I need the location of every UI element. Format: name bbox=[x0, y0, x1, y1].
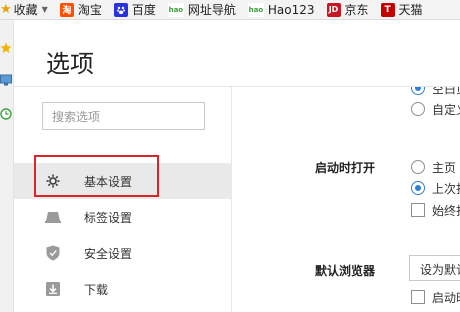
bookmark-label: 网址导航 bbox=[187, 3, 236, 17]
bookmark-label: Hao123 bbox=[267, 2, 315, 17]
page-title: 选项 bbox=[46, 50, 94, 78]
hao-icon: hao bbox=[167, 2, 184, 17]
sidebar-item-download[interactable]: 下载 bbox=[14, 271, 232, 307]
monitor-icon[interactable] bbox=[0, 74, 12, 86]
bookmark-baidu[interactable]: 百度 bbox=[113, 0, 168, 19]
bookmark-hao123[interactable]: hao Hao123 bbox=[247, 0, 327, 19]
homepage-option-label: 空白页 bbox=[432, 87, 460, 96]
shield-icon bbox=[44, 244, 62, 262]
startup-option-label: 主页 bbox=[432, 161, 457, 175]
startup-radio-homepage[interactable] bbox=[411, 160, 425, 174]
startup-label: 启动时打开 bbox=[315, 161, 376, 175]
bookmark-label: 天猫 bbox=[398, 3, 423, 17]
jd-icon: JD bbox=[326, 2, 341, 17]
star-icon[interactable] bbox=[0, 42, 12, 54]
bookmark-favorites[interactable]: ★ 收藏 ▼ bbox=[0, 0, 60, 19]
sidebar-item-tab-settings[interactable]: 标签设置 bbox=[14, 199, 232, 235]
tab-icon bbox=[44, 208, 62, 226]
gear-icon bbox=[44, 172, 62, 190]
bookmark-label: 收藏 bbox=[13, 3, 38, 17]
download-icon bbox=[44, 280, 62, 298]
bookmark-label: 淘宝 bbox=[77, 3, 102, 17]
homepage-radio-blank[interactable] bbox=[411, 87, 425, 95]
startup-always-checkbox[interactable] bbox=[411, 203, 425, 217]
settings-main: 空白页 自定义 启动时打开 主页 上次打开 始终打开 默认浏览器 设为默认 启动… bbox=[232, 87, 460, 312]
default-browser-checkbox-label: 启动时检查 bbox=[432, 291, 460, 305]
default-browser-label: 默认浏览器 bbox=[315, 264, 376, 278]
sidebar-item-security-settings[interactable]: 安全设置 bbox=[14, 235, 232, 271]
startup-radio-last-session[interactable] bbox=[411, 181, 425, 195]
bookmark-jd[interactable]: JD 京东 bbox=[326, 0, 381, 19]
bookmark-taobao[interactable]: 淘 淘宝 bbox=[59, 0, 114, 19]
set-default-button[interactable]: 设为默认 bbox=[409, 255, 460, 281]
startup-option-label: 上次打开 bbox=[432, 182, 460, 196]
sidebar-item-label: 基本设置 bbox=[84, 174, 133, 189]
bookmark-tmall[interactable]: T 天猫 bbox=[380, 0, 435, 19]
startup-checkbox-label: 始终打开 bbox=[432, 204, 460, 218]
browser-side-strip bbox=[0, 20, 14, 312]
sidebar-item-label: 下载 bbox=[84, 282, 109, 297]
tmall-icon: T bbox=[380, 2, 395, 17]
bookmark-hao-nav[interactable]: hao 网址导航 bbox=[167, 0, 248, 19]
clock-icon[interactable] bbox=[0, 108, 12, 120]
bookmark-label: 百度 bbox=[131, 3, 156, 17]
baidu-paw-icon bbox=[113, 2, 128, 17]
options-sidebar: 搜索选项 基本设置 标签设置 安全设置 下载 bbox=[14, 87, 232, 312]
chevron-down-icon: ▼ bbox=[41, 5, 48, 14]
homepage-radio-custom[interactable] bbox=[411, 102, 425, 116]
sidebar-item-label: 标签设置 bbox=[84, 210, 133, 225]
homepage-option-label: 自定义 bbox=[432, 103, 460, 117]
bookmark-label: 京东 bbox=[344, 3, 369, 17]
star-icon: ★ bbox=[0, 2, 12, 17]
hao123-icon: hao bbox=[247, 2, 264, 17]
sidebar-item-label: 安全设置 bbox=[84, 246, 133, 261]
bookmarks-bar: ★ 收藏 ▼ 淘 淘宝 百度 hao 网址导航 hao Hao123 JD 京东… bbox=[0, 0, 460, 20]
search-input[interactable]: 搜索选项 bbox=[42, 102, 205, 130]
default-check-on-start-checkbox[interactable] bbox=[411, 290, 425, 304]
taobao-icon: 淘 bbox=[59, 2, 74, 17]
sidebar-item-basic-settings[interactable]: 基本设置 bbox=[14, 163, 232, 199]
